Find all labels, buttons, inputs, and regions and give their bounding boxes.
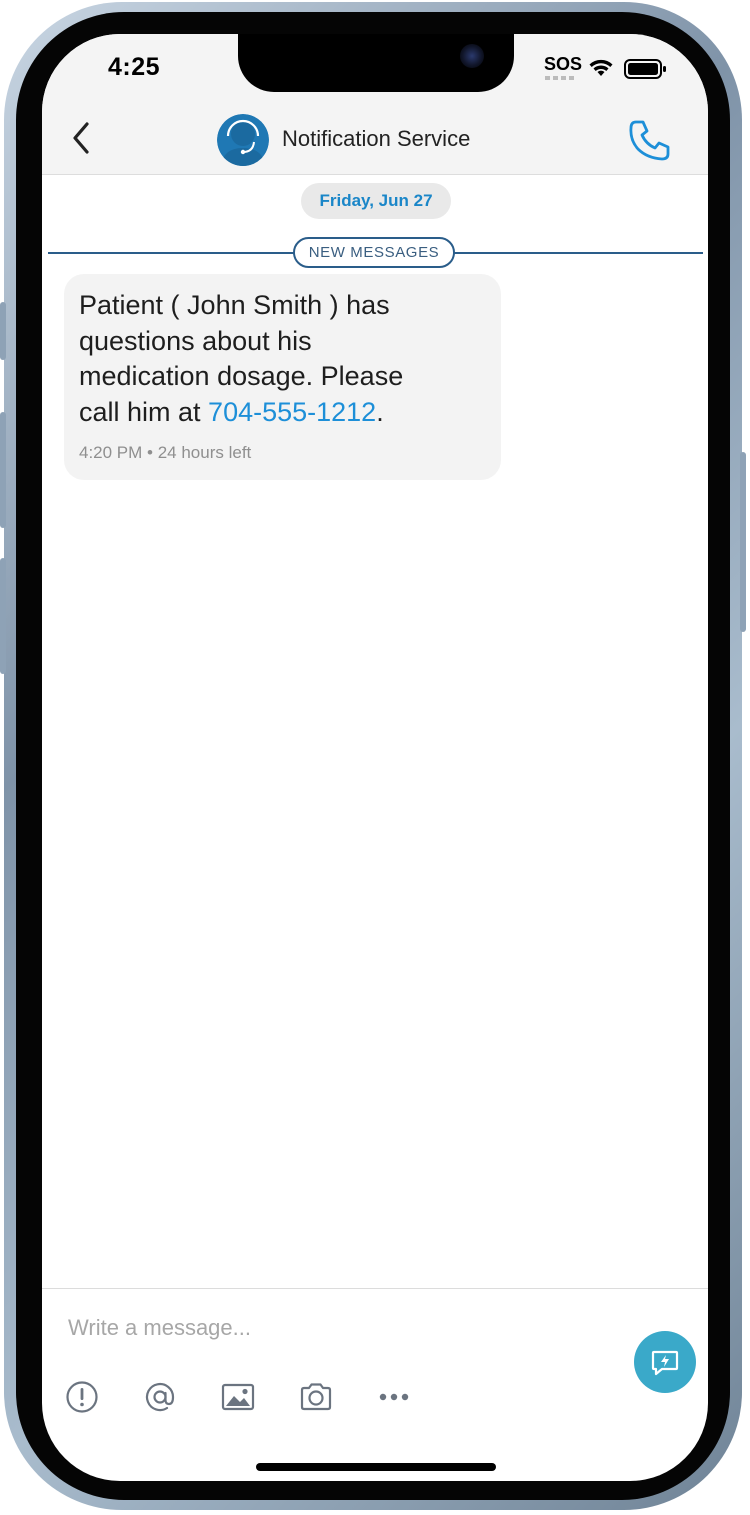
back-chevron-icon[interactable] <box>62 118 102 158</box>
message-line: questions about his <box>79 325 312 356</box>
message-line: medication dosage. Please <box>79 361 404 391</box>
battery-icon <box>624 59 666 79</box>
signal-dots <box>545 76 575 80</box>
home-indicator[interactable] <box>256 1463 496 1471</box>
front-camera <box>460 44 484 68</box>
phone-number-link[interactable]: 704-555-1212 <box>208 397 376 427</box>
composer-divider <box>42 1288 708 1289</box>
message-expiry: 24 hours left <box>157 443 252 462</box>
contact-name[interactable]: Notification Service <box>282 126 470 152</box>
phone-call-icon[interactable] <box>626 116 674 164</box>
camera-icon[interactable] <box>298 1379 334 1415</box>
phone-screen: 4:25 SOS Notification Service Friday, Ju… <box>42 34 708 1481</box>
priority-alert-icon[interactable] <box>64 1379 100 1415</box>
message-bubble[interactable]: Patient ( John Smith ) has questions abo… <box>64 274 501 480</box>
image-icon[interactable] <box>220 1379 256 1415</box>
new-messages-badge: NEW MESSAGES <box>293 237 455 268</box>
message-meta: 4:20 PM • 24 hours left <box>79 443 485 463</box>
volume-up-button <box>0 412 6 528</box>
mute-switch <box>0 302 6 360</box>
message-input[interactable] <box>68 1308 588 1348</box>
message-line: . <box>376 396 384 427</box>
more-icon[interactable] <box>376 1379 412 1415</box>
message-line: call him at <box>79 396 209 427</box>
support-agent-avatar-icon[interactable] <box>217 114 269 166</box>
message-text: Patient ( John Smith ) has questions abo… <box>79 288 485 430</box>
status-bar: 4:25 SOS Notification Service <box>42 34 708 174</box>
volume-down-button <box>0 558 6 674</box>
status-time: 4:25 <box>108 53 161 81</box>
quick-reply-icon <box>651 1350 679 1376</box>
wifi-icon <box>589 59 613 76</box>
header-divider <box>42 174 708 175</box>
sos-indicator: SOS <box>544 54 583 74</box>
message-line: Patient ( John Smith ) has <box>79 290 390 320</box>
meta-separator: • <box>142 443 158 462</box>
mention-icon[interactable] <box>142 1379 178 1415</box>
send-button[interactable] <box>634 1331 696 1393</box>
power-button <box>740 452 746 632</box>
date-separator: Friday, Jun 27 <box>301 183 451 219</box>
conversation-header: Notification Service <box>42 104 708 174</box>
message-time: 4:20 PM <box>79 443 143 462</box>
notch <box>238 34 514 92</box>
